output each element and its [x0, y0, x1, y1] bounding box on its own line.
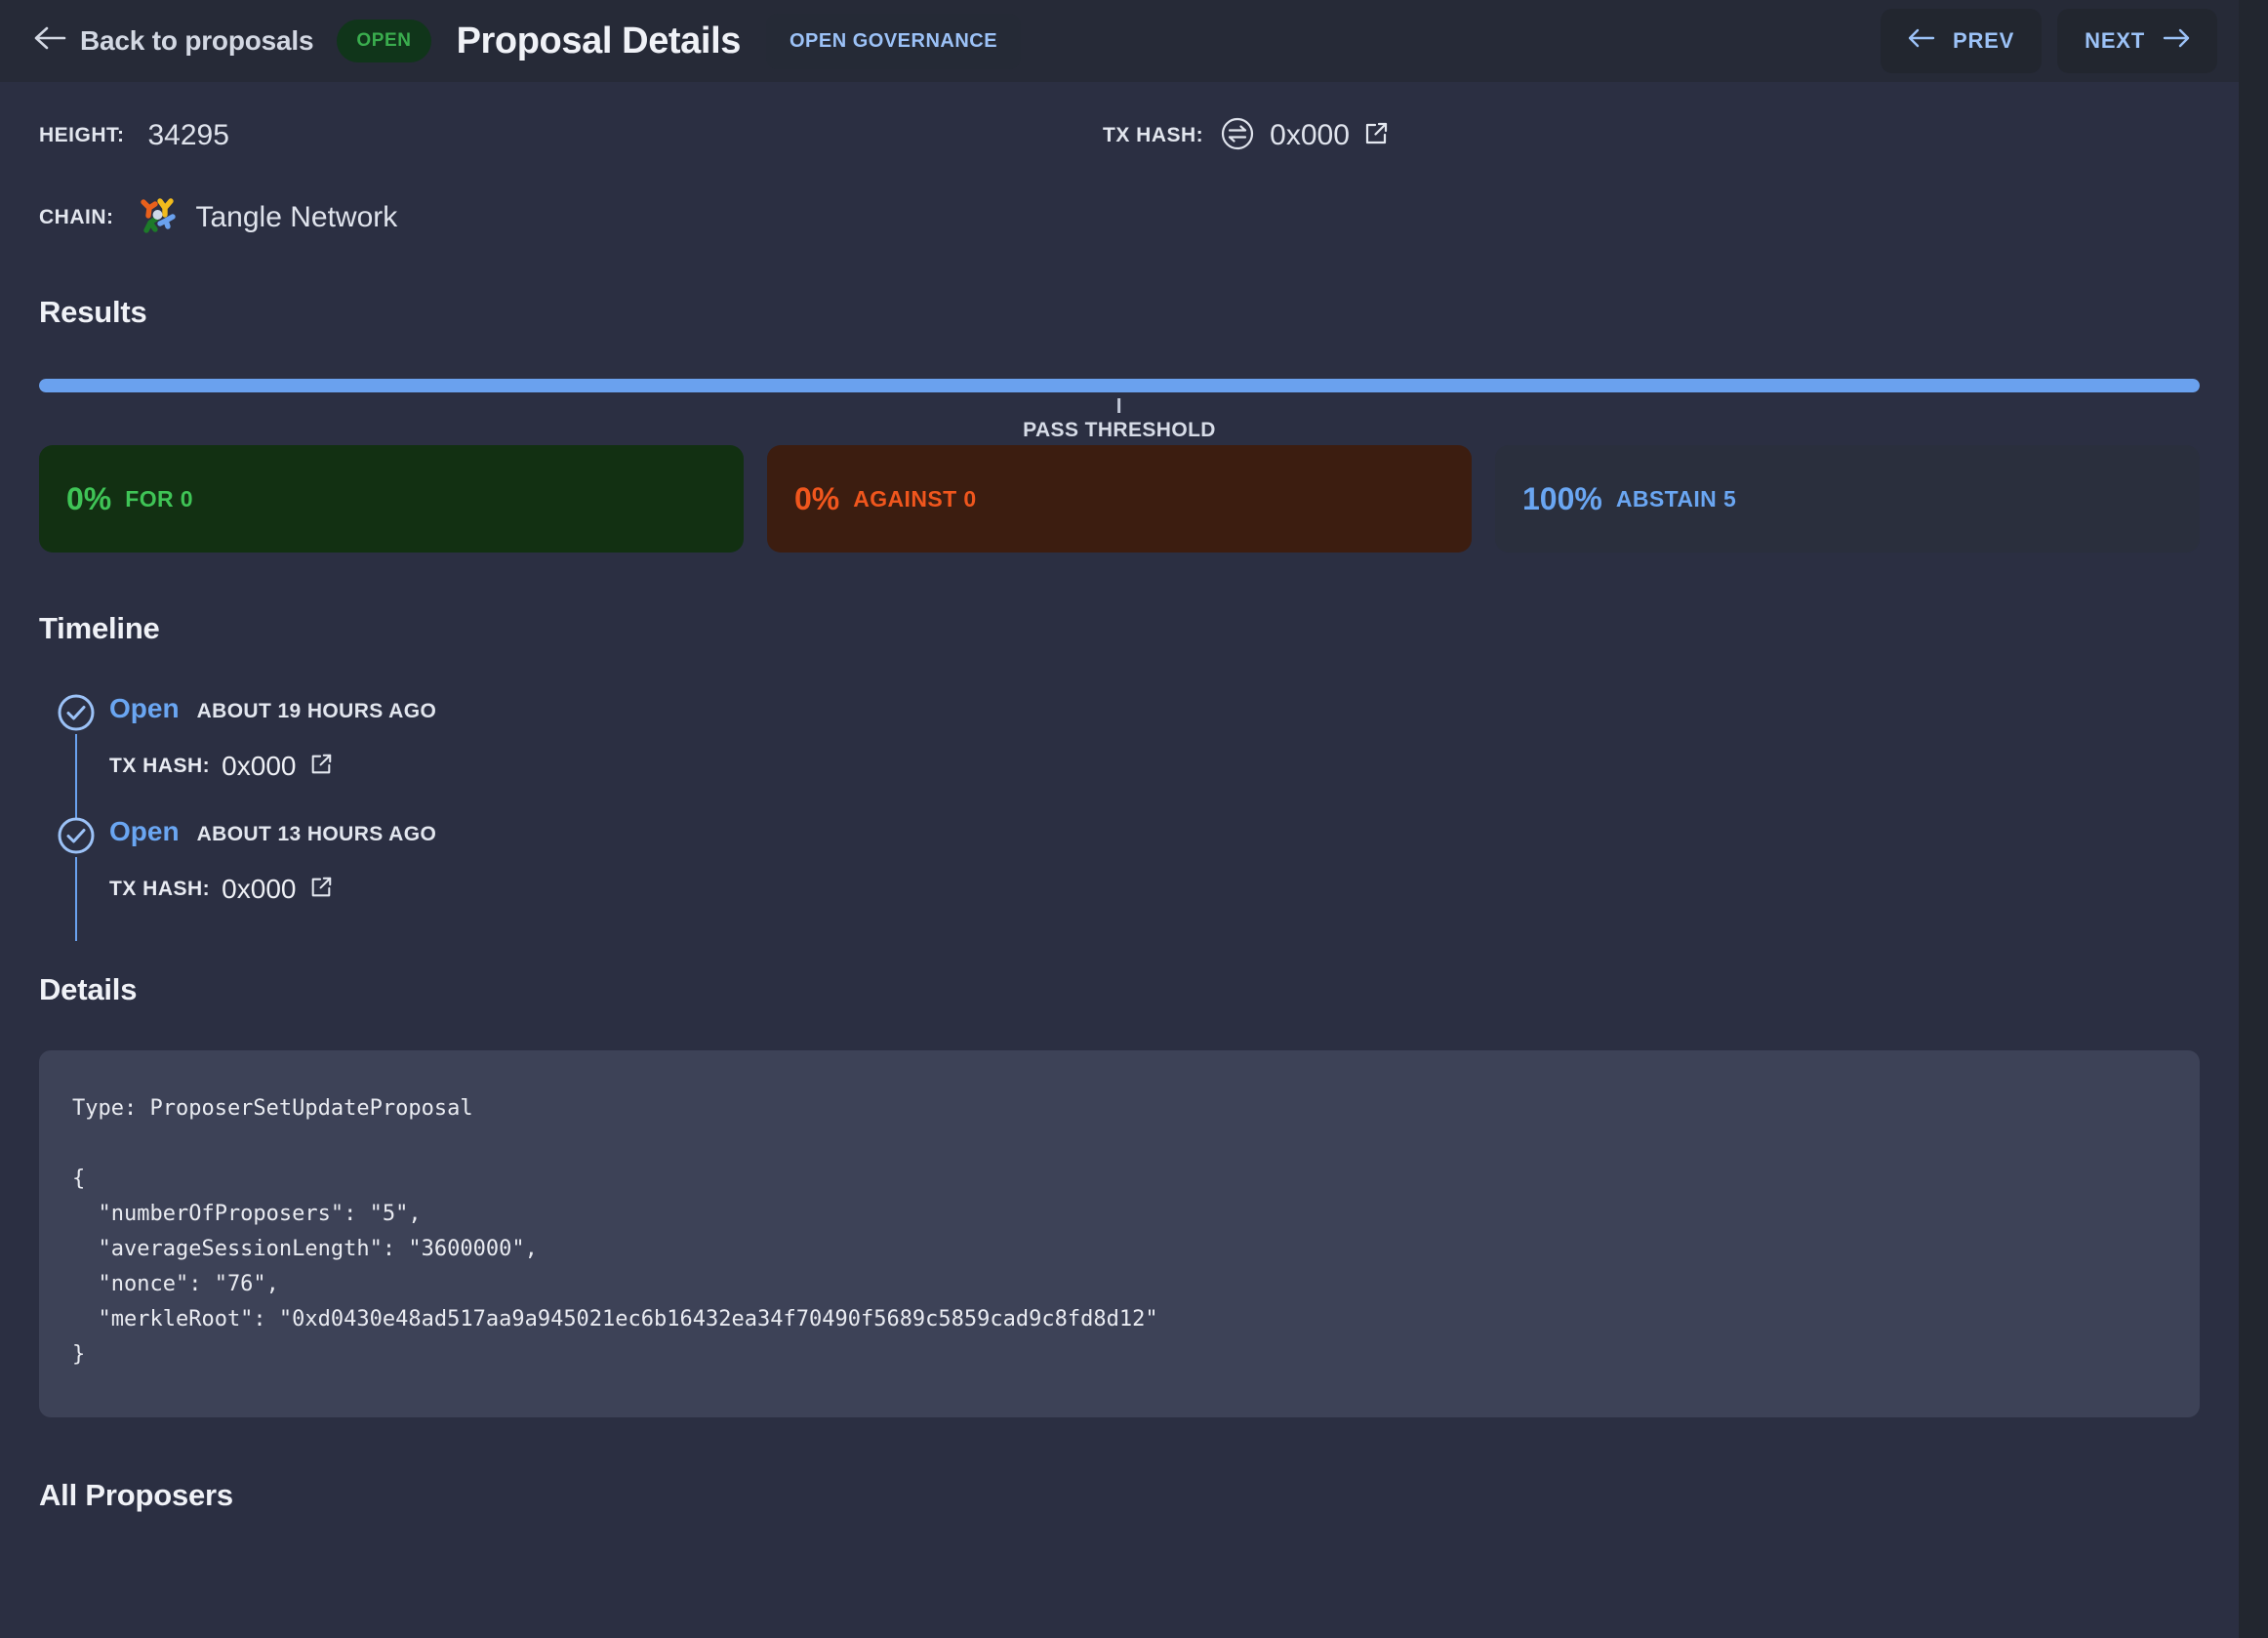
vote-card-abstain: 100% ABSTAIN 5 [1495, 445, 2200, 553]
vote-card-against: 0% AGAINST 0 [767, 445, 1472, 553]
timeline-item-header: Open ABOUT 19 HOURS AGO [109, 693, 2200, 732]
external-link-icon[interactable] [309, 753, 333, 781]
all-proposers-heading: All Proposers [39, 1478, 233, 1512]
timeline-heading: Timeline [39, 611, 160, 645]
next-button-label: NEXT [2085, 28, 2145, 53]
timeline-status: Open [109, 693, 180, 723]
tx-hash-group: TX HASH: 0x000 [1103, 117, 1389, 155]
results-progress: PASS THRESHOLD [39, 379, 2200, 441]
external-link-icon[interactable] [1363, 121, 1389, 151]
back-to-proposals-label: Back to proposals [80, 25, 314, 56]
timeline-time: ABOUT 19 HOURS AGO [196, 700, 437, 722]
page-header: Back to proposals OPEN Proposal Details … [0, 0, 2239, 82]
vote-card-for: 0% FOR 0 [39, 445, 744, 553]
vote-percent: 0% [794, 480, 840, 516]
timeline-time: ABOUT 13 HOURS AGO [196, 823, 437, 845]
timeline-status: Open [109, 816, 180, 846]
timeline-tx-label: TX HASH: [109, 755, 211, 777]
timeline-list: Open ABOUT 19 HOURS AGO TX HASH: 0x000 Open… [39, 693, 2200, 941]
status-badge: OPEN [337, 20, 431, 62]
arrow-left-icon [1908, 27, 1935, 55]
timeline-tx-label: TX HASH: [109, 878, 211, 900]
next-button[interactable]: NEXT [2057, 9, 2217, 73]
vote-percent: 100% [1522, 480, 1602, 516]
pass-threshold-marker: PASS THRESHOLD [1023, 398, 1216, 442]
page-title: Proposal Details [456, 20, 742, 61]
timeline-connector [75, 734, 77, 818]
arrow-left-icon [33, 23, 66, 60]
details-heading: Details [39, 972, 138, 1006]
check-circle-icon [57, 816, 96, 855]
pass-threshold-label: PASS THRESHOLD [1023, 419, 1216, 441]
progress-fill [39, 379, 2200, 392]
vote-label: AGAINST 0 [853, 485, 977, 512]
timeline-connector [75, 857, 77, 941]
timeline-item: Open ABOUT 13 HOURS AGO TX HASH: 0x000 [39, 816, 2200, 941]
back-to-proposals-link[interactable]: Back to proposals [33, 23, 314, 60]
timeline-tx-value: 0x000 [222, 751, 297, 781]
page-scroll-gutter[interactable] [2239, 0, 2268, 1638]
vote-percent: 0% [66, 480, 112, 516]
tx-hash-label: TX HASH: [1103, 124, 1204, 146]
arrow-right-icon [2163, 27, 2190, 55]
external-link-icon[interactable] [309, 876, 333, 904]
timeline-item-header: Open ABOUT 13 HOURS AGO [109, 816, 2200, 855]
results-heading: Results [39, 295, 147, 329]
timeline-tx-value: 0x000 [222, 874, 297, 904]
chain-name: Tangle Network [195, 201, 398, 233]
height-and-txhash-row: HEIGHT: 34295 TX HASH: 0x000 [39, 115, 2200, 156]
prev-button[interactable]: PREV [1881, 9, 2043, 73]
progress-track [39, 379, 2200, 392]
vote-result-cards: 0% FOR 0 0% AGAINST 0 100% ABSTAIN 5 [39, 445, 2200, 553]
tangle-network-icon [136, 193, 181, 243]
timeline-tx-hash: TX HASH: 0x000 [109, 748, 2200, 785]
proposal-details-code: Type: ProposerSetUpdateProposal { "numbe… [39, 1050, 2200, 1417]
height-label: HEIGHT: [39, 124, 125, 146]
timeline-item: Open ABOUT 19 HOURS AGO TX HASH: 0x000 [39, 693, 2200, 818]
chain-label: CHAIN: [39, 206, 114, 228]
swap-circle-icon [1221, 117, 1254, 155]
tx-hash-value: 0x000 [1270, 119, 1350, 151]
vote-label: ABSTAIN 5 [1615, 485, 1737, 512]
proposal-details-page: Back to proposals OPEN Proposal Details … [0, 0, 2268, 1638]
height-value: 34295 [147, 119, 229, 151]
check-circle-icon [57, 693, 96, 732]
page-content: HEIGHT: 34295 TX HASH: 0x000 CHAIN: Tang… [0, 82, 2239, 1513]
prev-button-label: PREV [1953, 28, 2015, 53]
timeline-tx-hash: TX HASH: 0x000 [109, 871, 2200, 908]
chain-row: CHAIN: Tangle Network [39, 197, 2200, 238]
height-group: HEIGHT: 34295 [39, 119, 1103, 152]
threshold-tick-icon [1117, 398, 1121, 413]
open-governance-badge[interactable]: OPEN GOVERNANCE [765, 13, 1022, 69]
vote-label: FOR 0 [125, 485, 193, 512]
